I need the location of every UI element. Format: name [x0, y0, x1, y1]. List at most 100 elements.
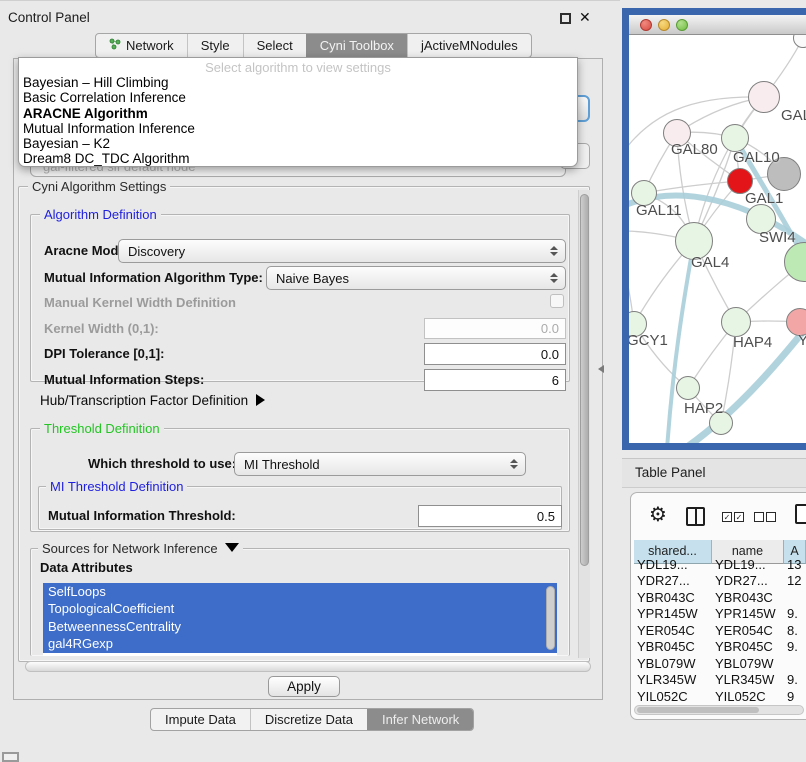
- table-horizontal-scrollbar[interactable]: [634, 705, 804, 715]
- list-item-betweennesscentrality[interactable]: BetweennessCentrality: [43, 618, 557, 635]
- cell: YBR045C: [634, 639, 712, 656]
- dpi-tolerance-value: 0.0: [541, 347, 559, 362]
- algorithm-definition-title: Algorithm Definition: [40, 207, 161, 222]
- cell: YDR27...: [712, 573, 784, 590]
- node-gal10[interactable]: [721, 124, 749, 152]
- tab-cyni-toolbox[interactable]: Cyni Toolbox: [306, 34, 407, 57]
- mi-type-label: Mutual Information Algorithm Type:: [44, 270, 263, 285]
- aracne-mode-combobox[interactable]: Discovery: [118, 239, 566, 263]
- tab-infer-network[interactable]: Infer Network: [367, 709, 473, 730]
- close-window-button[interactable]: [640, 19, 652, 31]
- table-row[interactable]: YBR043CYBR043C: [634, 590, 806, 607]
- cell: 13: [784, 557, 806, 574]
- tab-discretize-data[interactable]: Discretize Data: [250, 709, 367, 730]
- table-row[interactable]: YLR345WYLR345W9.: [634, 672, 806, 689]
- node-hap2[interactable]: [676, 376, 700, 400]
- cell: YLR345W: [634, 672, 712, 689]
- dropdown-option-bayesian-hill[interactable]: Bayesian – Hill Climbing: [19, 75, 577, 90]
- manual-kernel-checkbox[interactable]: [550, 294, 564, 308]
- close-icon[interactable]: ✕: [579, 9, 591, 26]
- cell: YDL19...: [634, 557, 712, 574]
- deselect-all-checkbox-icon[interactable]: [754, 512, 764, 522]
- cell: YDL19...: [712, 557, 784, 574]
- cell: 9.: [784, 606, 806, 623]
- network-canvas[interactable]: GAL GAL80 GAL10 GAL1 GAL11 SWI4 GAL4 GCY…: [629, 35, 806, 443]
- settings-scrollbar[interactable]: [578, 190, 590, 658]
- settings-horizontal-scrollbar[interactable]: [25, 661, 591, 672]
- hub-section-label: Hub/Transcription Factor Definition: [40, 393, 248, 408]
- network-icon: [109, 34, 121, 57]
- cell: [784, 656, 806, 673]
- tab-jactivemnodules-label: jActiveMNodules: [421, 34, 518, 57]
- dropdown-option-mutual-information[interactable]: Mutual Information Inference: [19, 121, 577, 136]
- kernel-width-label: Kernel Width (0,1):: [44, 321, 159, 336]
- cell: YLR345W: [712, 672, 784, 689]
- tab-style-label: Style: [201, 34, 230, 57]
- select-all-checkbox-icon[interactable]: ✓: [734, 512, 744, 522]
- mi-type-combobox[interactable]: Naive Bayes: [266, 266, 566, 290]
- expand-down-icon: [225, 543, 239, 552]
- tab-select-label: Select: [257, 34, 293, 57]
- table-row[interactable]: YPR145WYPR145W9.: [634, 606, 806, 623]
- show-columns-icon[interactable]: [686, 507, 705, 526]
- table-row[interactable]: YBL079WYBL079W: [634, 656, 806, 673]
- dock-panel-icon[interactable]: [2, 752, 19, 762]
- tab-select[interactable]: Select: [243, 34, 306, 57]
- data-attributes-label: Data Attributes: [40, 560, 133, 575]
- export-table-icon[interactable]: [795, 504, 806, 524]
- tab-style[interactable]: Style: [187, 34, 243, 57]
- mi-steps-label: Mutual Information Steps:: [44, 372, 204, 387]
- node-pink-top[interactable]: [748, 81, 780, 113]
- mi-steps-field[interactable]: 6: [424, 369, 566, 391]
- sources-toggle[interactable]: Sources for Network Inference: [38, 541, 243, 556]
- list-item-selfloops[interactable]: SelfLoops: [43, 583, 557, 600]
- cell: YIL052C: [712, 689, 784, 703]
- cyni-bottom-tabs: Impute Data Discretize Data Infer Networ…: [150, 708, 474, 731]
- zoom-window-button[interactable]: [676, 19, 688, 31]
- network-view-window: GAL GAL80 GAL10 GAL1 GAL11 SWI4 GAL4 GCY…: [622, 8, 806, 450]
- mi-steps-value: 6: [552, 373, 559, 388]
- network-window-titlebar[interactable]: [629, 15, 806, 35]
- settings-gear-icon[interactable]: ⚙: [649, 504, 667, 526]
- dropdown-option-bayesian-k2[interactable]: Bayesian – K2: [19, 136, 577, 151]
- table-scrollbar-thumb[interactable]: [637, 707, 759, 713]
- node-hap4[interactable]: [721, 307, 751, 337]
- settings-scrollbar-thumb[interactable]: [580, 194, 589, 566]
- minimize-window-button[interactable]: [658, 19, 670, 31]
- split-pane-collapse-icon[interactable]: [598, 365, 604, 373]
- tab-impute-data[interactable]: Impute Data: [151, 709, 250, 730]
- select-all-checkbox-icon[interactable]: ✓: [722, 512, 732, 522]
- dropdown-option-aracne[interactable]: ARACNE Algorithm: [19, 106, 577, 121]
- float-window-icon[interactable]: [560, 13, 571, 24]
- cell: 9.: [784, 639, 806, 656]
- dropdown-option-basic-correlation[interactable]: Basic Correlation Inference: [19, 90, 577, 105]
- list-item-topologicalcoefficient[interactable]: TopologicalCoefficient: [43, 600, 557, 617]
- table-row[interactable]: YDL19...YDL19...13: [634, 557, 806, 574]
- cell: YBR043C: [712, 590, 784, 607]
- tab-network[interactable]: Network: [96, 34, 187, 57]
- dpi-tolerance-field[interactable]: 0.0: [424, 343, 566, 365]
- combobox-arrows-icon: [510, 459, 518, 469]
- control-panel-title: Control Panel: [8, 10, 90, 25]
- table-row[interactable]: YDR27...YDR27...12: [634, 573, 806, 590]
- apply-button[interactable]: Apply: [268, 676, 340, 697]
- dropdown-option-dream8[interactable]: Dream8 DC_TDC Algorithm: [19, 151, 577, 166]
- hub-section-toggle[interactable]: Hub/Transcription Factor Definition: [40, 393, 265, 408]
- kernel-width-field[interactable]: 0.0: [424, 318, 566, 339]
- tab-jactivemnodules[interactable]: jActiveMNodules: [407, 34, 531, 57]
- list-item-gal4rgexp[interactable]: gal4RGexp: [43, 635, 557, 652]
- algorithm-dropdown-list: Select algorithm to view settings Bayesi…: [18, 57, 578, 167]
- table-row[interactable]: YIL052CYIL052C9: [634, 689, 806, 703]
- which-threshold-combobox[interactable]: MI Threshold: [234, 452, 526, 476]
- cell: YER054C: [634, 623, 712, 640]
- table-row[interactable]: YER054CYER054C8.: [634, 623, 806, 640]
- cell: YER054C: [712, 623, 784, 640]
- cell: YBL079W: [712, 656, 784, 673]
- mi-threshold-value: 0.5: [537, 509, 555, 524]
- attributes-list-scrollbar[interactable]: [546, 586, 555, 650]
- deselect-all-checkbox-icon[interactable]: [766, 512, 776, 522]
- table-row[interactable]: YBR045CYBR045C9.: [634, 639, 806, 656]
- mi-threshold-field[interactable]: 0.5: [418, 505, 562, 527]
- node-table: shared... name A YDL19...YDL19...13 YDR2…: [634, 540, 806, 702]
- data-attributes-list: SelfLoops TopologicalCoefficient Between…: [43, 583, 557, 656]
